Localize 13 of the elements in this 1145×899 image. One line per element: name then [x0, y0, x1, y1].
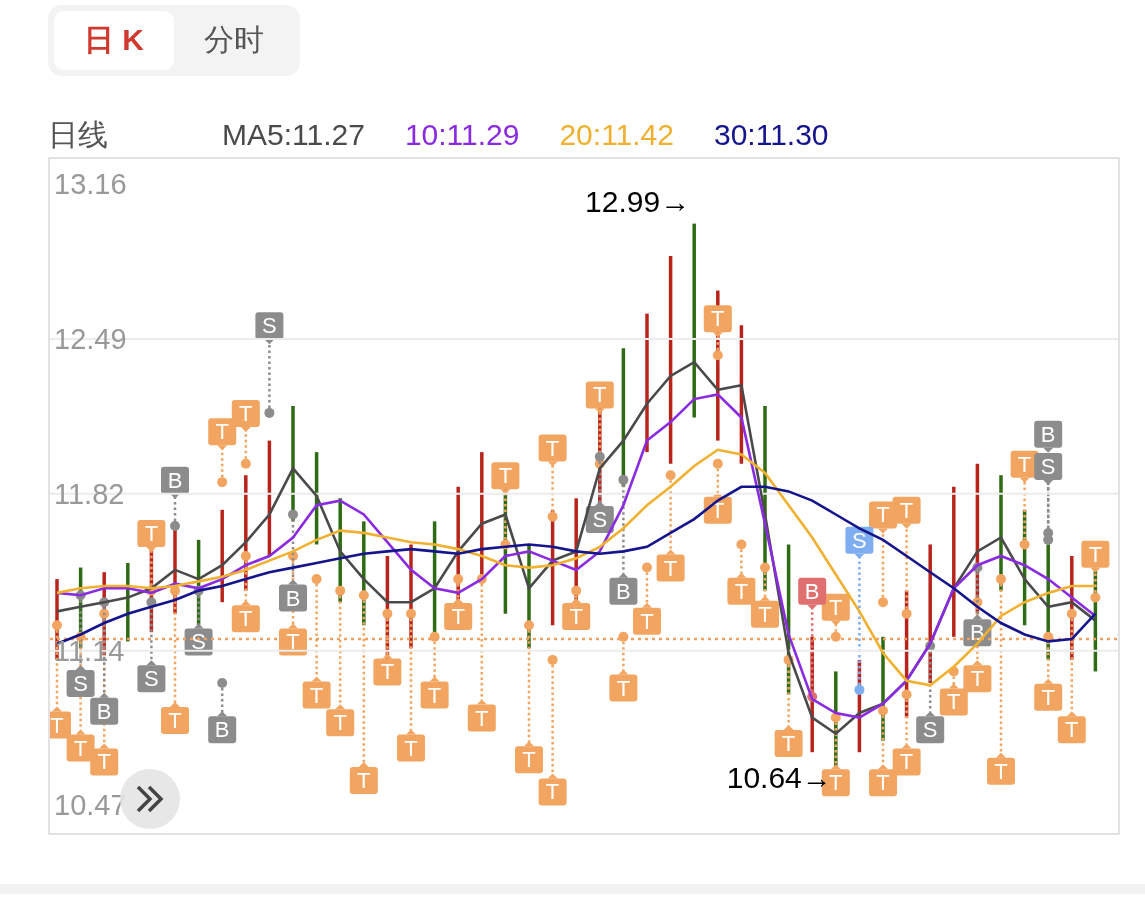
axis-label: 11.82: [54, 477, 125, 510]
legend-value: 30:11.30: [714, 118, 829, 152]
axis-label: 13.16: [54, 168, 127, 201]
legend-value: 20:11.42: [559, 118, 674, 152]
legend-value: 10:11.29: [404, 118, 520, 152]
double-chevron-icon: [135, 785, 165, 813]
legend-value: MA5:11.27: [222, 118, 365, 152]
chart-title: 日线: [48, 116, 109, 153]
tab[interactable]: 日 K: [54, 11, 174, 70]
axis-label: 12.49: [54, 323, 127, 356]
axis-label: 10.47: [54, 789, 127, 822]
price-annotation: 12.99→: [585, 184, 691, 218]
tab[interactable]: 分时: [174, 11, 294, 70]
